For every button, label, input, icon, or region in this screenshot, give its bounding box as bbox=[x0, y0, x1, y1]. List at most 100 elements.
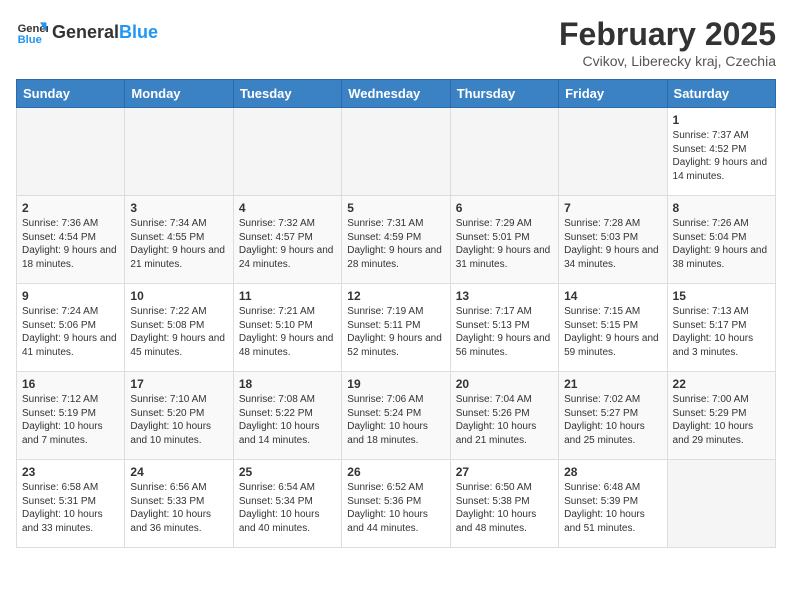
calendar-cell: 1 Sunrise: 7:37 AM Sunset: 4:52 PM Daylig… bbox=[667, 108, 775, 196]
weekday-header-monday: Monday bbox=[125, 80, 233, 108]
day-info: Sunrise: 7:21 AM Sunset: 5:10 PM Dayligh… bbox=[239, 305, 336, 359]
day-info: Sunrise: 6:56 AM Sunset: 5:33 PM Dayligh… bbox=[130, 481, 227, 535]
calendar-cell: 11 Sunrise: 7:21 AM Sunset: 5:10 PM Dayli… bbox=[233, 284, 341, 372]
day-info: Sunrise: 6:48 AM Sunset: 5:39 PM Dayligh… bbox=[564, 481, 661, 535]
week-row-5: 23 Sunrise: 6:58 AM Sunset: 5:31 PM Dayli… bbox=[17, 460, 776, 548]
calendar-cell: 9 Sunrise: 7:24 AM Sunset: 5:06 PM Daylig… bbox=[17, 284, 125, 372]
logo-icon: General Blue bbox=[16, 16, 48, 48]
calendar-cell: 26Sunrise: 6:52 AM Sunset: 5:36 PM Dayli… bbox=[342, 460, 450, 548]
day-info: Sunrise: 7:17 AM Sunset: 5:13 PM Dayligh… bbox=[456, 305, 553, 359]
day-number: 21 bbox=[564, 377, 661, 391]
calendar-cell: 23 Sunrise: 6:58 AM Sunset: 5:31 PM Dayli… bbox=[17, 460, 125, 548]
day-number: 12 bbox=[347, 289, 444, 303]
calendar-cell: 6 Sunrise: 7:29 AM Sunset: 5:01 PM Daylig… bbox=[450, 196, 558, 284]
day-number: 7 bbox=[564, 201, 661, 215]
day-info: Sunrise: 6:58 AM Sunset: 5:31 PM Dayligh… bbox=[22, 481, 119, 535]
calendar-cell bbox=[559, 108, 667, 196]
day-info: Sunrise: 7:26 AM Sunset: 5:04 PM Dayligh… bbox=[673, 217, 770, 271]
calendar-cell bbox=[667, 460, 775, 548]
title-block: February 2025 Cvikov, Liberecky kraj, Cz… bbox=[559, 16, 776, 69]
day-number: 17 bbox=[130, 377, 227, 391]
day-number: 15 bbox=[673, 289, 770, 303]
day-number: 25 bbox=[239, 465, 336, 479]
day-info: Sunrise: 6:50 AM Sunset: 5:38 PM Dayligh… bbox=[456, 481, 553, 535]
day-number: 23 bbox=[22, 465, 119, 479]
week-row-4: 16Sunrise: 7:12 AM Sunset: 5:19 PM Dayli… bbox=[17, 372, 776, 460]
calendar-cell: 20 Sunrise: 7:04 AM Sunset: 5:26 PM Dayli… bbox=[450, 372, 558, 460]
day-number: 8 bbox=[673, 201, 770, 215]
day-number: 11 bbox=[239, 289, 336, 303]
calendar-cell: 7 Sunrise: 7:28 AM Sunset: 5:03 PM Daylig… bbox=[559, 196, 667, 284]
calendar-cell: 14 Sunrise: 7:15 AM Sunset: 5:15 PM Dayli… bbox=[559, 284, 667, 372]
day-info: Sunrise: 6:52 AM Sunset: 5:36 PM Dayligh… bbox=[347, 481, 444, 535]
weekday-header-tuesday: Tuesday bbox=[233, 80, 341, 108]
day-info: Sunrise: 7:22 AM Sunset: 5:08 PM Dayligh… bbox=[130, 305, 227, 359]
week-row-1: 1 Sunrise: 7:37 AM Sunset: 4:52 PM Daylig… bbox=[17, 108, 776, 196]
calendar-cell: 8 Sunrise: 7:26 AM Sunset: 5:04 PM Daylig… bbox=[667, 196, 775, 284]
day-number: 16 bbox=[22, 377, 119, 391]
weekday-header-row: SundayMondayTuesdayWednesdayThursdayFrid… bbox=[17, 80, 776, 108]
calendar-cell: 24 Sunrise: 6:56 AM Sunset: 5:33 PM Dayli… bbox=[125, 460, 233, 548]
day-info: Sunrise: 7:29 AM Sunset: 5:01 PM Dayligh… bbox=[456, 217, 553, 271]
calendar-cell: 28 Sunrise: 6:48 AM Sunset: 5:39 PM Dayli… bbox=[559, 460, 667, 548]
day-number: 1 bbox=[673, 113, 770, 127]
svg-text:Blue: Blue bbox=[18, 34, 42, 46]
logo-general: General bbox=[52, 22, 119, 43]
day-number: 9 bbox=[22, 289, 119, 303]
calendar-cell: 17Sunrise: 7:10 AM Sunset: 5:20 PM Dayli… bbox=[125, 372, 233, 460]
week-row-3: 9 Sunrise: 7:24 AM Sunset: 5:06 PM Daylig… bbox=[17, 284, 776, 372]
calendar-cell bbox=[125, 108, 233, 196]
weekday-header-friday: Friday bbox=[559, 80, 667, 108]
calendar-cell: 13 Sunrise: 7:17 AM Sunset: 5:13 PM Dayli… bbox=[450, 284, 558, 372]
page-header: General Blue GeneralBlue February 2025 C… bbox=[16, 16, 776, 69]
calendar-cell: 5 Sunrise: 7:31 AM Sunset: 4:59 PM Daylig… bbox=[342, 196, 450, 284]
logo: General Blue GeneralBlue bbox=[16, 16, 158, 48]
logo-blue: Blue bbox=[119, 22, 158, 43]
day-number: 18 bbox=[239, 377, 336, 391]
day-number: 5 bbox=[347, 201, 444, 215]
day-info: Sunrise: 7:32 AM Sunset: 4:57 PM Dayligh… bbox=[239, 217, 336, 271]
day-number: 20 bbox=[456, 377, 553, 391]
calendar-cell bbox=[233, 108, 341, 196]
day-number: 14 bbox=[564, 289, 661, 303]
weekday-header-wednesday: Wednesday bbox=[342, 80, 450, 108]
day-info: Sunrise: 6:54 AM Sunset: 5:34 PM Dayligh… bbox=[239, 481, 336, 535]
calendar-cell: 4Sunrise: 7:32 AM Sunset: 4:57 PM Daylig… bbox=[233, 196, 341, 284]
day-info: Sunrise: 7:28 AM Sunset: 5:03 PM Dayligh… bbox=[564, 217, 661, 271]
day-info: Sunrise: 7:13 AM Sunset: 5:17 PM Dayligh… bbox=[673, 305, 770, 359]
calendar-cell: 27 Sunrise: 6:50 AM Sunset: 5:38 PM Dayli… bbox=[450, 460, 558, 548]
month-title: February 2025 bbox=[559, 16, 776, 53]
day-info: Sunrise: 7:15 AM Sunset: 5:15 PM Dayligh… bbox=[564, 305, 661, 359]
day-number: 19 bbox=[347, 377, 444, 391]
day-number: 22 bbox=[673, 377, 770, 391]
calendar-cell bbox=[342, 108, 450, 196]
calendar-cell: 12Sunrise: 7:19 AM Sunset: 5:11 PM Dayli… bbox=[342, 284, 450, 372]
calendar-cell: 25 Sunrise: 6:54 AM Sunset: 5:34 PM Dayli… bbox=[233, 460, 341, 548]
day-number: 28 bbox=[564, 465, 661, 479]
weekday-header-saturday: Saturday bbox=[667, 80, 775, 108]
day-number: 27 bbox=[456, 465, 553, 479]
calendar-table: SundayMondayTuesdayWednesdayThursdayFrid… bbox=[16, 79, 776, 548]
day-number: 6 bbox=[456, 201, 553, 215]
day-number: 2 bbox=[22, 201, 119, 215]
calendar-cell: 21Sunrise: 7:02 AM Sunset: 5:27 PM Dayli… bbox=[559, 372, 667, 460]
calendar-cell: 3 Sunrise: 7:34 AM Sunset: 4:55 PM Daylig… bbox=[125, 196, 233, 284]
calendar-cell bbox=[17, 108, 125, 196]
day-number: 13 bbox=[456, 289, 553, 303]
day-number: 24 bbox=[130, 465, 227, 479]
day-info: Sunrise: 7:04 AM Sunset: 5:26 PM Dayligh… bbox=[456, 393, 553, 447]
week-row-2: 2Sunrise: 7:36 AM Sunset: 4:54 PM Daylig… bbox=[17, 196, 776, 284]
calendar-cell: 10Sunrise: 7:22 AM Sunset: 5:08 PM Dayli… bbox=[125, 284, 233, 372]
calendar-cell: 18Sunrise: 7:08 AM Sunset: 5:22 PM Dayli… bbox=[233, 372, 341, 460]
location: Cvikov, Liberecky kraj, Czechia bbox=[559, 53, 776, 69]
calendar-cell: 16Sunrise: 7:12 AM Sunset: 5:19 PM Dayli… bbox=[17, 372, 125, 460]
calendar-cell: 15 Sunrise: 7:13 AM Sunset: 5:17 PM Dayli… bbox=[667, 284, 775, 372]
day-info: Sunrise: 7:34 AM Sunset: 4:55 PM Dayligh… bbox=[130, 217, 227, 271]
day-info: Sunrise: 7:31 AM Sunset: 4:59 PM Dayligh… bbox=[347, 217, 444, 271]
calendar-cell: 19Sunrise: 7:06 AM Sunset: 5:24 PM Dayli… bbox=[342, 372, 450, 460]
day-info: Sunrise: 7:00 AM Sunset: 5:29 PM Dayligh… bbox=[673, 393, 770, 447]
day-info: Sunrise: 7:37 AM Sunset: 4:52 PM Dayligh… bbox=[673, 129, 770, 183]
day-number: 3 bbox=[130, 201, 227, 215]
calendar-cell: 22 Sunrise: 7:00 AM Sunset: 5:29 PM Dayli… bbox=[667, 372, 775, 460]
day-info: Sunrise: 7:24 AM Sunset: 5:06 PM Dayligh… bbox=[22, 305, 119, 359]
